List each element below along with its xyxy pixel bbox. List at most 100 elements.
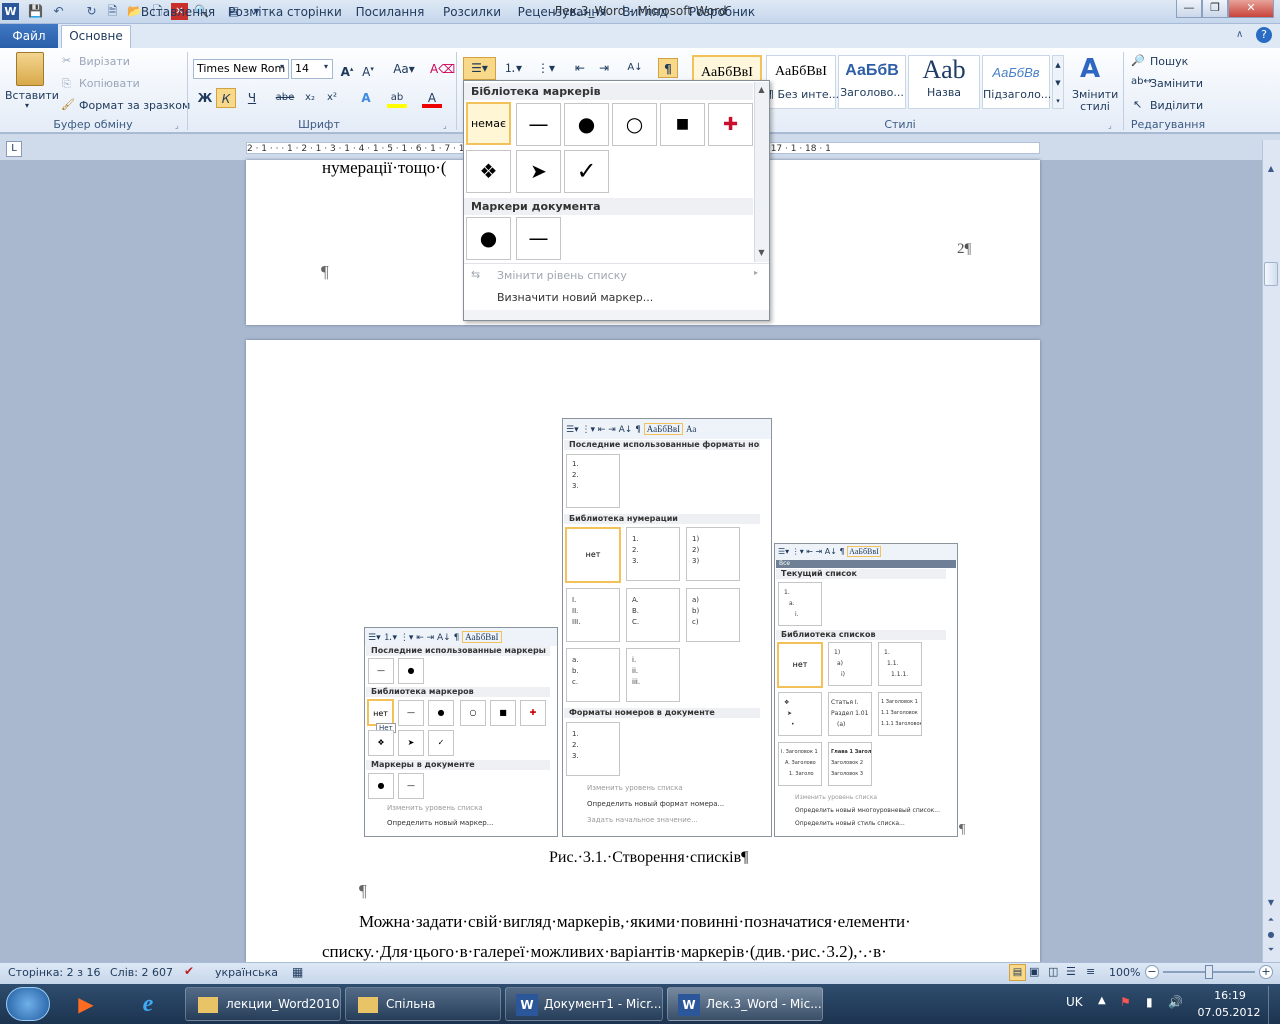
taskbar-item-folder-lectures[interactable]: лекции_Word2010 [185,987,341,1021]
browse-object-icon[interactable]: ● [1264,930,1278,944]
style-heading1[interactable]: АаБбВ Заголово... [838,55,906,109]
tab-mailings[interactable]: Розсилки [438,2,506,24]
bullet-arrow-cell[interactable]: ➤ [516,150,561,193]
paste-icon[interactable] [16,52,44,86]
change-styles-button[interactable]: Змінити стилі [1072,89,1118,113]
tab-insert[interactable]: Вставлення [140,2,216,24]
close-button[interactable]: ✕ [1228,0,1274,18]
scroll-up-icon[interactable]: ▲ [1264,162,1278,176]
clear-formatting-icon[interactable]: A⌫ [430,59,455,79]
tab-file[interactable]: Файл [0,24,58,48]
input-language[interactable]: UK [1066,995,1083,1009]
start-button[interactable] [6,987,50,1021]
scroll-down-icon[interactable]: ▼ [1264,898,1278,912]
superscript-icon[interactable]: x² [322,88,342,108]
doc-bullet-dash-cell[interactable]: — [516,217,561,260]
bullet-dash-cell[interactable]: — [516,103,561,146]
print-layout-view-icon[interactable]: ▤ [1009,964,1026,981]
tab-home[interactable]: Основне [61,25,131,49]
bullet-none-cell[interactable]: немає [466,102,511,145]
style-no-spacing[interactable]: АаБбВвІ ¶ Без инте... [766,55,839,109]
save-icon[interactable]: 💾 [27,3,44,20]
web-layout-view-icon[interactable]: ◫ [1048,965,1058,978]
paste-button[interactable]: Вставити [5,89,59,102]
copy-button[interactable]: Копіювати [79,77,140,90]
grow-font-icon[interactable]: A▴ [337,59,357,79]
format-painter-button[interactable]: Формат за зразком [79,99,190,112]
zoom-level[interactable]: 100% [1109,966,1140,979]
highlight-icon[interactable]: ab [387,88,407,108]
tab-developer[interactable]: Розробник [680,2,764,24]
bullet-check-cell[interactable]: ✓ [564,150,609,193]
font-color-icon[interactable]: A [422,88,442,108]
scroll-thumb[interactable] [1264,262,1278,286]
font-launcher-icon[interactable]: ⌟ [443,121,447,130]
volume-icon[interactable]: 🔊 [1168,995,1183,1009]
language-indicator[interactable]: українська [215,966,278,979]
select-button[interactable]: Виділити [1150,99,1203,112]
numbering-icon[interactable]: ⒈▾ [499,58,527,78]
draft-view-icon[interactable]: ≡ [1086,965,1095,978]
bullet-square-cell[interactable]: ■ [660,103,705,146]
tab-view[interactable]: Вигляд [618,2,672,24]
tab-selector-icon[interactable]: L [6,141,22,157]
next-page-icon[interactable]: ⏷ [1264,945,1278,959]
style-subtitle[interactable]: АаБбВв Підзаголо... [982,55,1051,109]
taskbar-item-document1[interactable]: W Документ1 - Micr... [505,987,663,1021]
tab-page-layout[interactable]: Розмітка сторінки [226,2,344,24]
styles-scroll-icon[interactable]: ▲ ▼ ▾ [1052,55,1064,109]
bullet-dot-cell[interactable]: ● [564,103,609,146]
zoom-in-icon[interactable]: + [1259,965,1273,979]
power-icon[interactable]: ▮ [1146,995,1153,1009]
zoom-slider-thumb[interactable] [1205,965,1213,979]
define-new-bullet-item[interactable]: Визначити новий маркер... [497,291,653,304]
replace-button[interactable]: Замінити [1150,77,1203,90]
change-case-icon[interactable]: Aa▾ [391,59,417,79]
internet-explorer-icon[interactable]: e [126,987,170,1021]
undo-icon[interactable]: ↶ [50,3,67,20]
shrink-font-icon[interactable]: A▾ [358,59,378,79]
bullet-circle-cell[interactable]: ○ [612,103,657,146]
dropdown-scroll-down-icon[interactable]: ▼ [755,246,768,260]
bullet-cross-cell[interactable]: ✚ [708,103,753,146]
styles-launcher-icon[interactable]: ⌟ [1108,121,1112,130]
dropdown-scroll-up-icon[interactable]: ▲ [755,83,768,97]
text-effects-icon[interactable]: A [356,88,376,108]
show-desktop-button[interactable] [1268,986,1280,1024]
word-count[interactable]: Слів: 2 607 [110,966,173,979]
doc-bullet-dot-cell[interactable]: ● [466,217,511,260]
increase-indent-icon[interactable]: ⇥ [594,58,614,78]
multilevel-list-icon[interactable]: ⋮▾ [532,58,560,78]
minimize-button[interactable]: — [1176,0,1202,18]
clock-time[interactable]: 16:19 [1210,989,1250,1002]
sort-icon[interactable]: A↓ [625,58,645,78]
style-title[interactable]: Aab Назва [908,55,980,109]
font-size-dropdown-icon[interactable]: ▾ [324,62,328,71]
change-styles-icon[interactable]: A [1080,54,1100,84]
clock-date[interactable]: 07.05.2012 [1196,1006,1262,1019]
cut-button[interactable]: Вирізати [79,55,130,68]
taskbar-item-lecture3[interactable]: W Лек.3_Word - Mic... [667,987,823,1021]
dropdown-scrollbar[interactable] [754,82,769,262]
dropdown-resize-handle[interactable] [464,310,769,320]
clipboard-launcher-icon[interactable]: ⌟ [175,121,179,130]
minimize-ribbon-icon[interactable]: ∧ [1236,29,1243,40]
redo-icon[interactable]: ↻ [83,3,100,20]
print-preview-icon[interactable]: 🗎 [104,3,121,20]
underline-icon[interactable]: Ч [242,88,262,108]
bold-icon[interactable]: Ж [195,88,215,108]
proofing-icon[interactable]: ✔ [184,964,194,978]
macro-recording-icon[interactable]: ▦ [292,965,303,979]
taskbar-item-folder-shared[interactable]: Спільна [345,987,501,1021]
change-list-level-item[interactable]: Змінити рівень списку [497,269,627,282]
paste-dropdown-icon[interactable]: ▾ [25,101,29,110]
tray-arrow-icon[interactable]: ▲ [1098,995,1106,1006]
maximize-button[interactable]: ❐ [1202,0,1228,18]
bullets-button[interactable]: ☰▾ [463,57,496,80]
page-count[interactable]: Сторінка: 2 з 16 [8,966,100,979]
full-screen-view-icon[interactable]: ▣ [1029,965,1039,978]
strikethrough-icon[interactable]: abe [275,88,295,108]
subscript-icon[interactable]: x₂ [300,88,320,108]
tab-review[interactable]: Рецензування [514,2,610,24]
italic-icon[interactable]: К [216,88,236,108]
